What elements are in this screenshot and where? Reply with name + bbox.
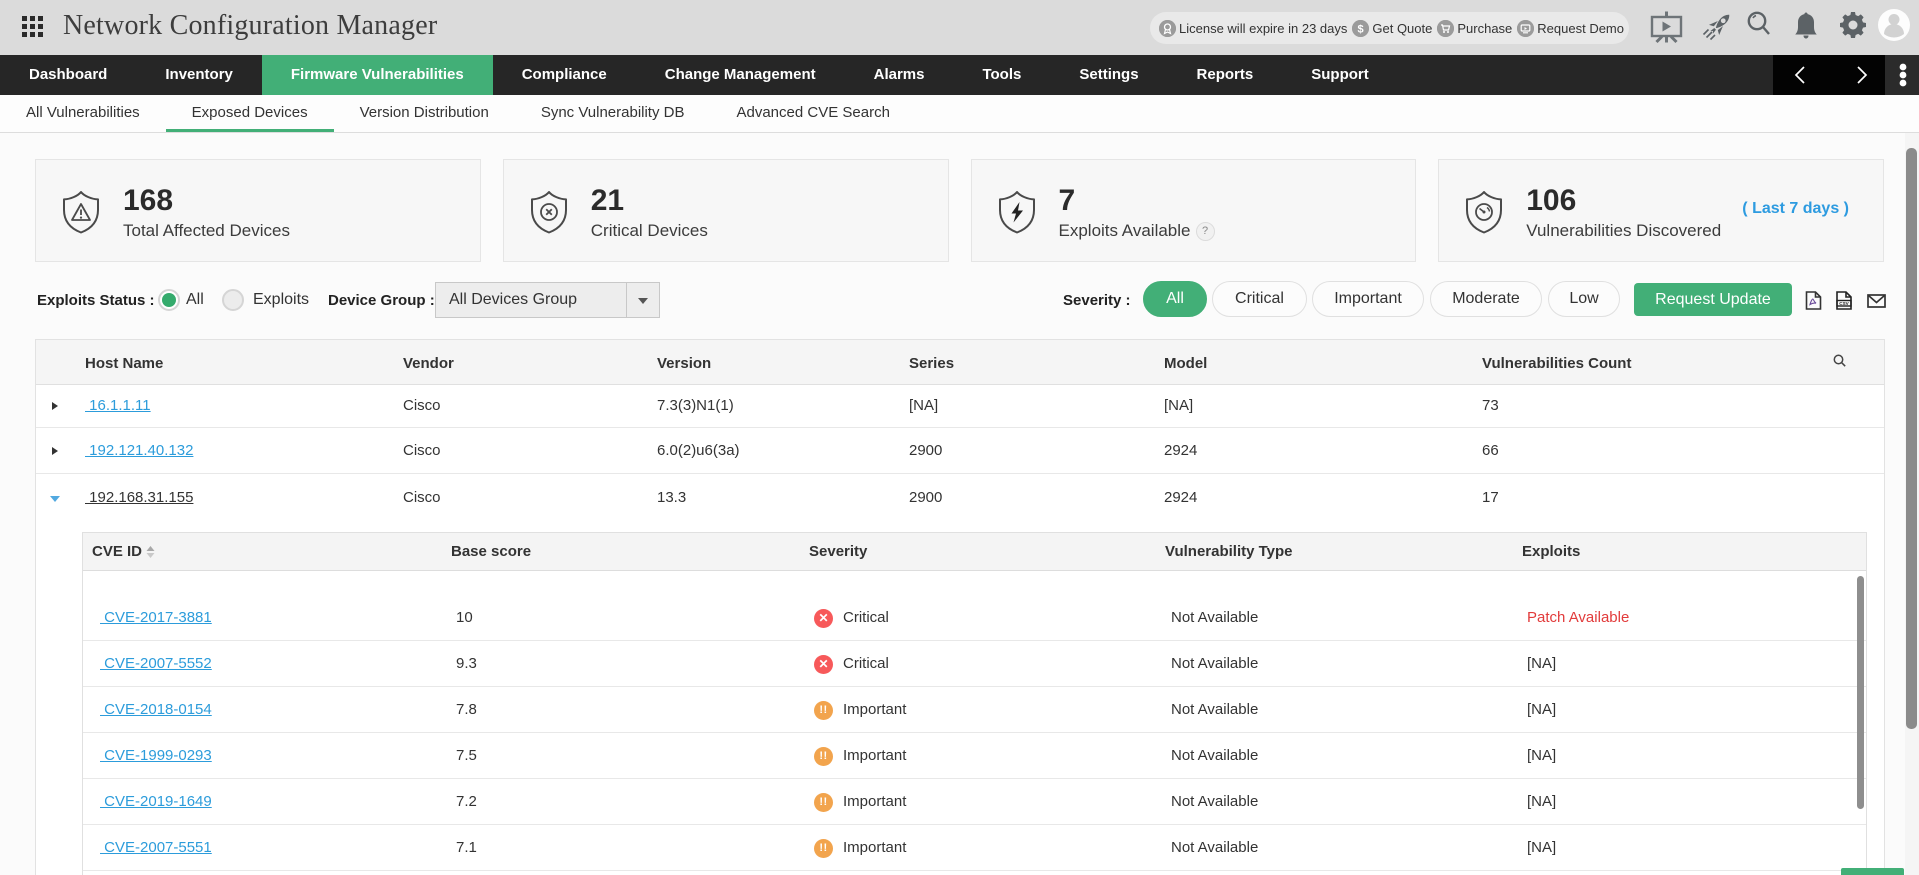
svg-text:CSV: CSV — [1839, 301, 1849, 306]
